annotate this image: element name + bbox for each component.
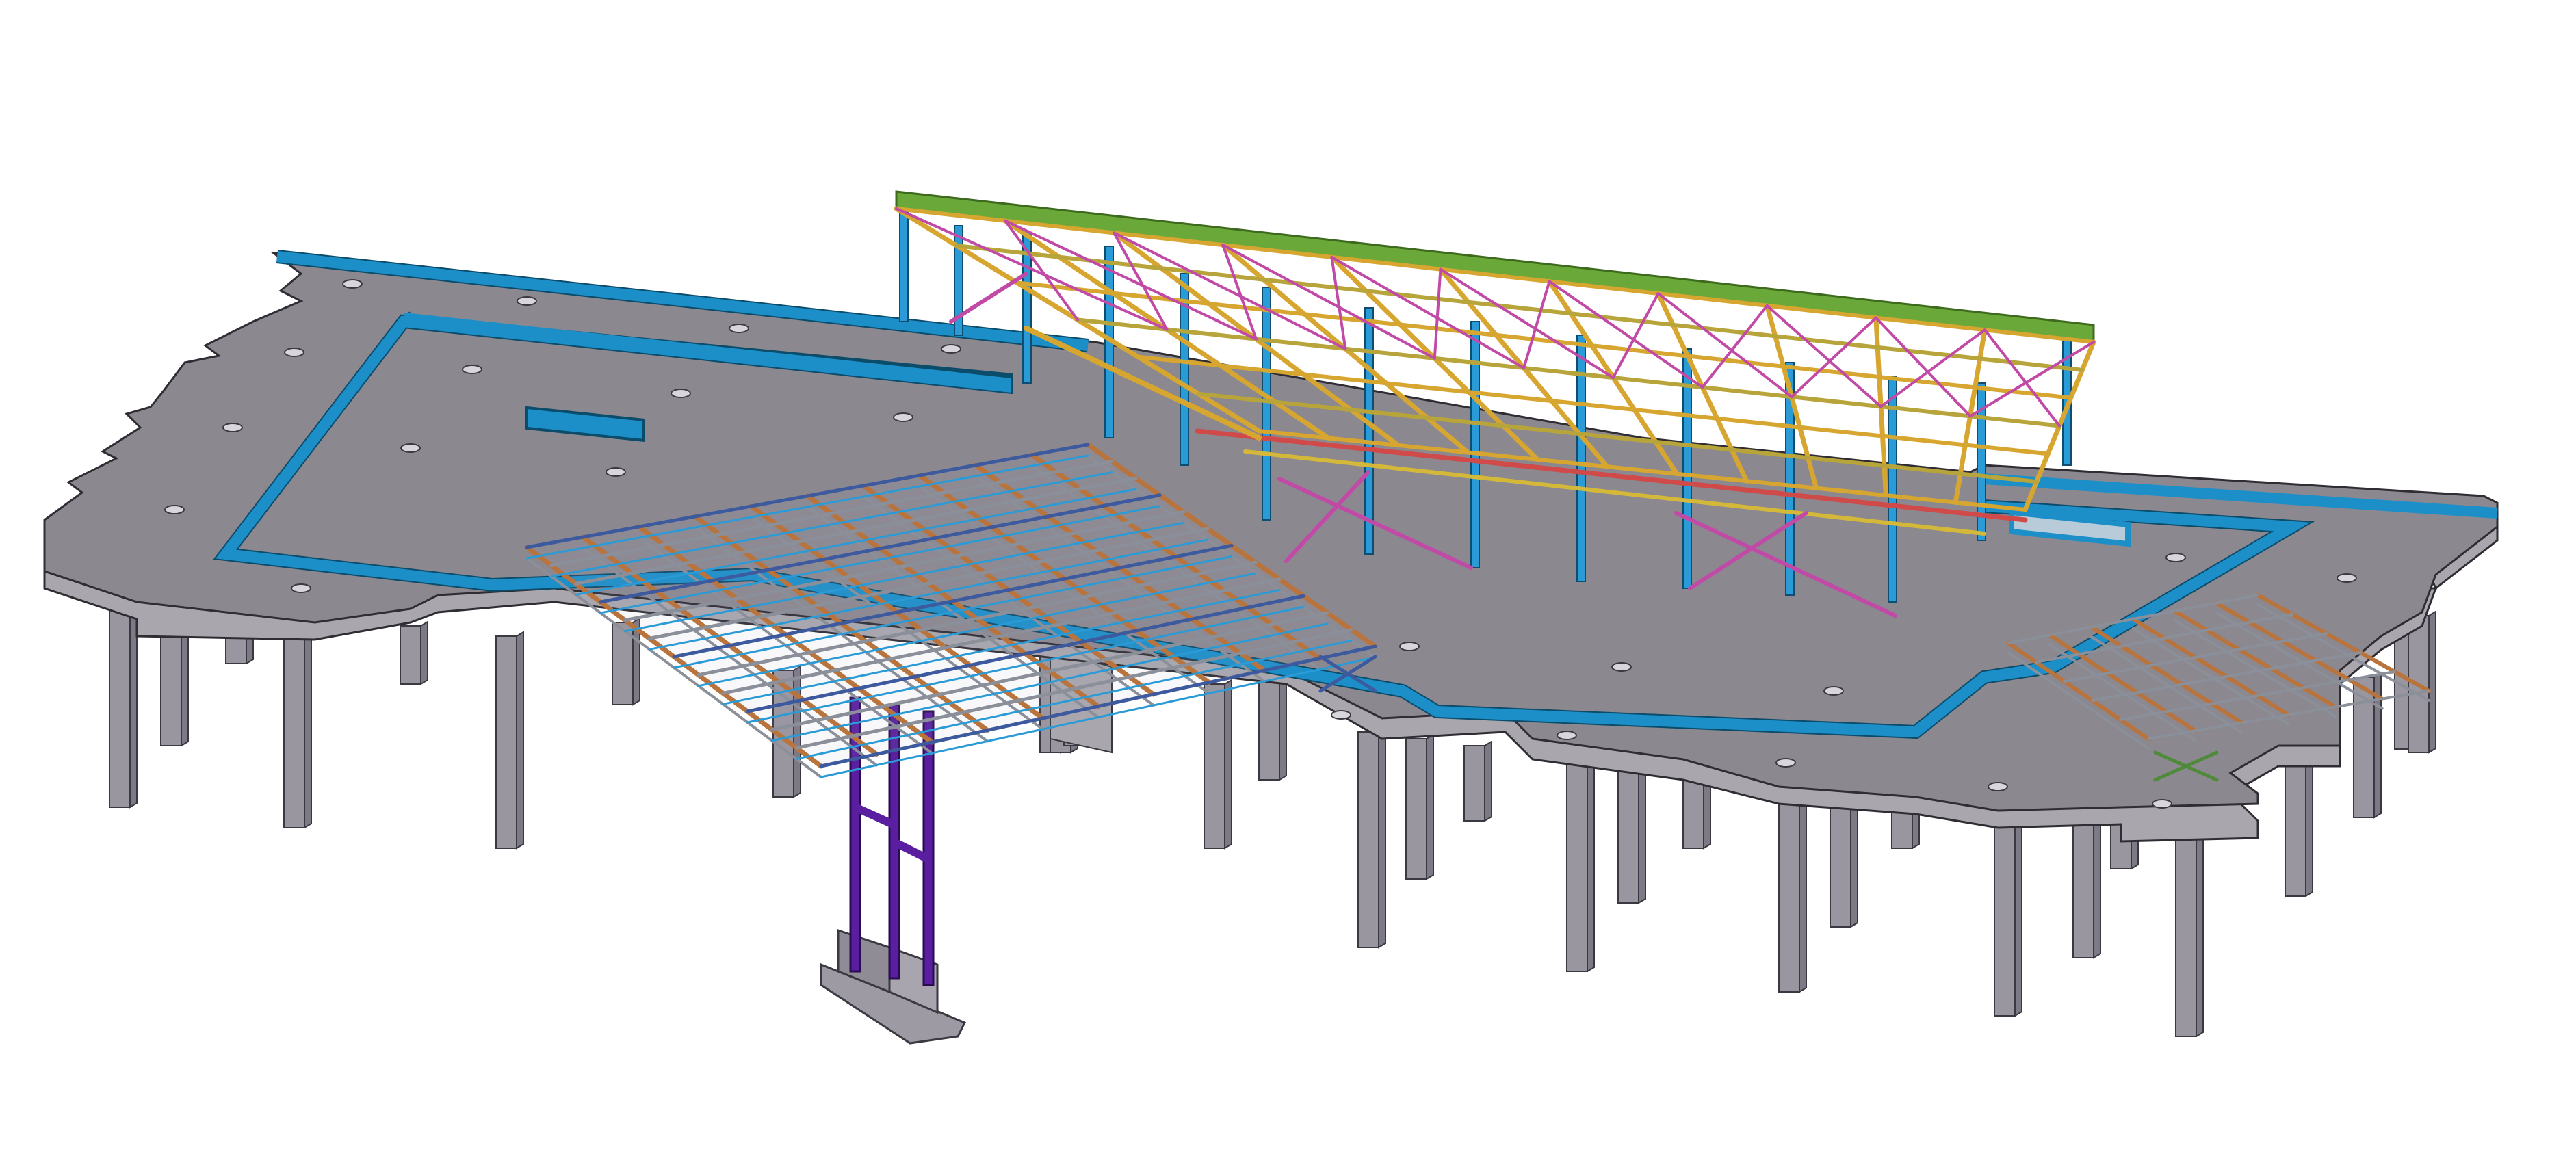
truss-brace-b-0 [1004,219,1079,322]
structural-model-drawing [43,190,2499,1045]
slab-marker-21 [1557,731,1577,740]
slab-marker-8 [222,423,243,432]
column-side-12 [1378,726,1386,949]
truss-column-8 [1470,321,1480,568]
slab-marker-11 [164,505,185,514]
slab-marker-0 [342,279,363,289]
slab-marker-9 [400,443,421,453]
column-side-22 [2093,809,2101,959]
slab-marker-3 [941,344,961,354]
column-4 [283,625,305,828]
column-21 [1994,807,2016,1017]
truss-brace-a-10 [1983,328,2061,428]
truss-brace-b-7 [1701,304,1769,389]
column-5 [400,625,421,685]
slab-marker-19 [2165,553,2186,562]
column-11 [1258,677,1280,781]
slab-marker-10 [606,467,626,477]
model-viewport[interactable] [0,0,2576,1167]
column-side-16 [1638,757,1646,904]
column-24 [2175,827,2197,1037]
slab-marker-17 [2152,799,2172,809]
column-1 [109,588,131,808]
truss-brace-b-10 [1968,341,2095,418]
truss-brace-b-4 [1433,267,1442,360]
slab-marker-6 [671,389,691,398]
column-side-18 [1799,774,1807,993]
column-side-6 [516,631,524,850]
column-13 [1405,738,1427,880]
truss-brace-b-8 [1790,316,1877,399]
slab-marker-2 [729,324,749,333]
column-14 [1463,745,1485,822]
slab-marker-12 [291,584,311,593]
column-side-5 [420,620,428,685]
column-side-24 [2196,822,2204,1038]
column-side-15 [1587,750,1595,973]
slab-marker-1 [517,296,537,306]
column-side-10 [1224,679,1232,850]
slab-marker-5 [462,365,482,374]
column-side-14 [1484,740,1492,822]
slab-marker-14 [1611,662,1632,672]
column-22 [2072,813,2094,958]
slab-marker-4 [284,348,304,357]
column-12 [1357,731,1379,948]
truss-chord-0 [894,207,2096,344]
column-side-21 [2014,802,2022,1017]
truss-column-1 [899,208,909,322]
column-10 [1204,683,1225,849]
slab-marker-16 [1988,782,2008,791]
column-side-13 [1426,733,1434,880]
truss-brace-b-9 [1879,328,1986,408]
slab-marker-20 [1331,710,1351,720]
truss-brace-b-6 [1611,292,1660,380]
column-18 [1778,779,1800,993]
column-6 [495,635,517,849]
column-15 [1566,755,1588,972]
slab-marker-7 [893,412,913,422]
slab-marker-15 [1823,686,1844,696]
slab-marker-22 [1775,758,1796,768]
column-16 [1617,762,1639,904]
slab-marker-18 [2337,573,2357,583]
column-side-11 [1279,672,1287,781]
column-side-4 [304,620,312,829]
truss-column-6 [1262,287,1271,521]
slab-marker-13 [1399,642,1420,651]
column-side-28 [2428,610,2436,754]
